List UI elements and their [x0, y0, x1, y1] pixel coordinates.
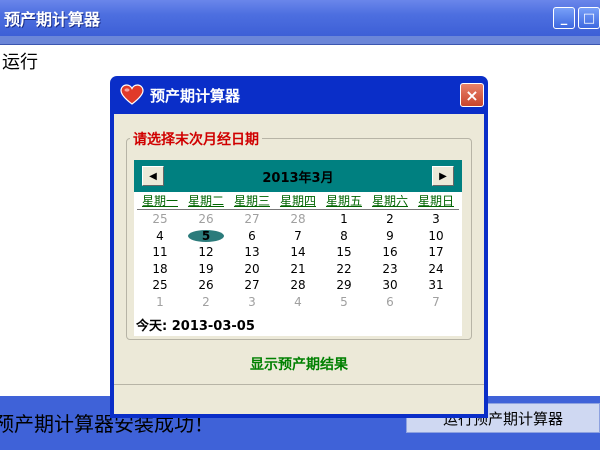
calendar-day[interactable]: 31 [413, 277, 459, 294]
calendar-day[interactable]: 5 [321, 294, 367, 311]
dialog-titlebar[interactable]: 预产期计算器 × [114, 76, 484, 114]
prev-month-button[interactable]: ◀ [142, 166, 164, 186]
weekday-header-row: 星期一 星期二 星期三 星期四 星期五 星期六 星期日 [137, 192, 459, 210]
divider [114, 384, 484, 385]
calendar-day[interactable]: 29 [321, 277, 367, 294]
today-value: 2013-03-05 [171, 319, 255, 334]
calendar-day[interactable]: 25 [137, 277, 183, 294]
weekday-label: 星期日 [417, 194, 454, 208]
calendar-day[interactable]: 24 [413, 261, 459, 278]
dialog-title: 预产期计算器 [150, 86, 241, 105]
calendar-week-row: 25 26 27 28 1 2 3 [137, 211, 459, 228]
calendar-day[interactable]: 20 [229, 261, 275, 278]
calendar-week-row: 4 5 6 7 8 9 10 [137, 228, 459, 245]
maximize-button[interactable]: □ [578, 7, 600, 29]
calendar-day[interactable]: 11 [137, 244, 183, 261]
calendar-day[interactable]: 27 [229, 211, 275, 228]
today-indicator[interactable]: 今天: 2013-03-05 [136, 315, 255, 334]
calendar-day[interactable]: 19 [183, 261, 229, 278]
calendar-day[interactable]: 27 [229, 277, 275, 294]
calendar-week-row: 1234567 [137, 294, 459, 311]
calendar-day[interactable]: 26 [183, 277, 229, 294]
calendar-day[interactable]: 28 [275, 211, 321, 228]
today-label: 今天: [136, 319, 168, 334]
calendar-day[interactable]: 15 [321, 244, 367, 261]
calendar-week-row: 25 26 27 28 29 30 31 [137, 277, 459, 294]
calendar-day[interactable]: 17 [413, 244, 459, 261]
calendar-header: ◀ 2013年3月 ▶ [134, 160, 462, 192]
background-window-titlebar: 预产期计算器 _ □ [0, 0, 600, 36]
background-window-title: 预产期计算器 [4, 10, 101, 29]
calendar-day[interactable]: 3 [413, 211, 459, 228]
group-label: 请选择末次月经日期 [130, 129, 262, 149]
calendar-day[interactable]: 13 [229, 244, 275, 261]
next-month-button[interactable]: ▶ [432, 166, 454, 186]
calendar-day[interactable]: 6 [229, 228, 275, 245]
weekday-label: 星期二 [187, 194, 224, 208]
calendar-day[interactable]: 12 [183, 244, 229, 261]
calendar-day[interactable]: 21 [275, 261, 321, 278]
dialog-close-button[interactable]: × [460, 83, 484, 107]
heart-icon [120, 84, 144, 105]
weekday-label: 星期五 [325, 194, 362, 208]
calendar-day[interactable]: 26 [183, 211, 229, 228]
calendar-day[interactable]: 6 [367, 294, 413, 311]
weekday-label: 星期一 [141, 194, 178, 208]
calendar-day[interactable]: 23 [367, 261, 413, 278]
calendar-day[interactable]: 16 [367, 244, 413, 261]
show-result-button[interactable]: 显示预产期结果 [114, 354, 484, 374]
calendar-day-selected[interactable]: 5 [183, 228, 229, 245]
calendar-day[interactable]: 2 [367, 211, 413, 228]
calendar-day-grid: 25 26 27 28 1 2 3 4 5 6 7 8 9 10 11 12 13 14 15 16 17 18 19 20 2… [137, 211, 459, 310]
calendar-day[interactable]: 7 [275, 228, 321, 245]
minimize-button[interactable]: _ [553, 7, 575, 29]
weekday-label: 星期六 [371, 194, 408, 208]
calendar-day[interactable]: 7 [413, 294, 459, 311]
calendar-day[interactable]: 8 [321, 228, 367, 245]
dialog-body: 请选择末次月经日期 ◀ 2013年3月 ▶ 星期一 星期二 星期三 星期四 星期… [114, 114, 484, 414]
calendar-day[interactable]: 9 [367, 228, 413, 245]
calendar-day[interactable]: 10 [413, 228, 459, 245]
weekday-label: 星期三 [233, 194, 270, 208]
calendar-week-row: 18 19 20 21 22 23 24 [137, 261, 459, 278]
calendar-day[interactable]: 1 [137, 294, 183, 311]
background-content-label: 运行 [2, 52, 38, 73]
calendar-day[interactable]: 30 [367, 277, 413, 294]
calendar-day[interactable]: 25 [137, 211, 183, 228]
calendar: ◀ 2013年3月 ▶ 星期一 星期二 星期三 星期四 星期五 星期六 星期日 … [134, 160, 462, 336]
calendar-day[interactable]: 1 [321, 211, 367, 228]
calendar-day[interactable]: 2 [183, 294, 229, 311]
calendar-day[interactable]: 22 [321, 261, 367, 278]
window-controls: _ □ [553, 7, 600, 29]
calendar-day[interactable]: 18 [137, 261, 183, 278]
background-window-toolbar-strip [0, 36, 600, 45]
calendar-day[interactable]: 4 [137, 228, 183, 245]
calculator-dialog: 预产期计算器 × 请选择末次月经日期 ◀ 2013年3月 ▶ 星期一 星期二 星… [110, 76, 488, 418]
calendar-week-row: 11 12 13 14 15 16 17 [137, 244, 459, 261]
calendar-day[interactable]: 3 [229, 294, 275, 311]
calendar-day[interactable]: 4 [275, 294, 321, 311]
calendar-month-label: 2013年3月 [262, 170, 334, 186]
weekday-label: 星期四 [279, 194, 316, 208]
calendar-day[interactable]: 28 [275, 277, 321, 294]
calendar-day[interactable]: 14 [275, 244, 321, 261]
